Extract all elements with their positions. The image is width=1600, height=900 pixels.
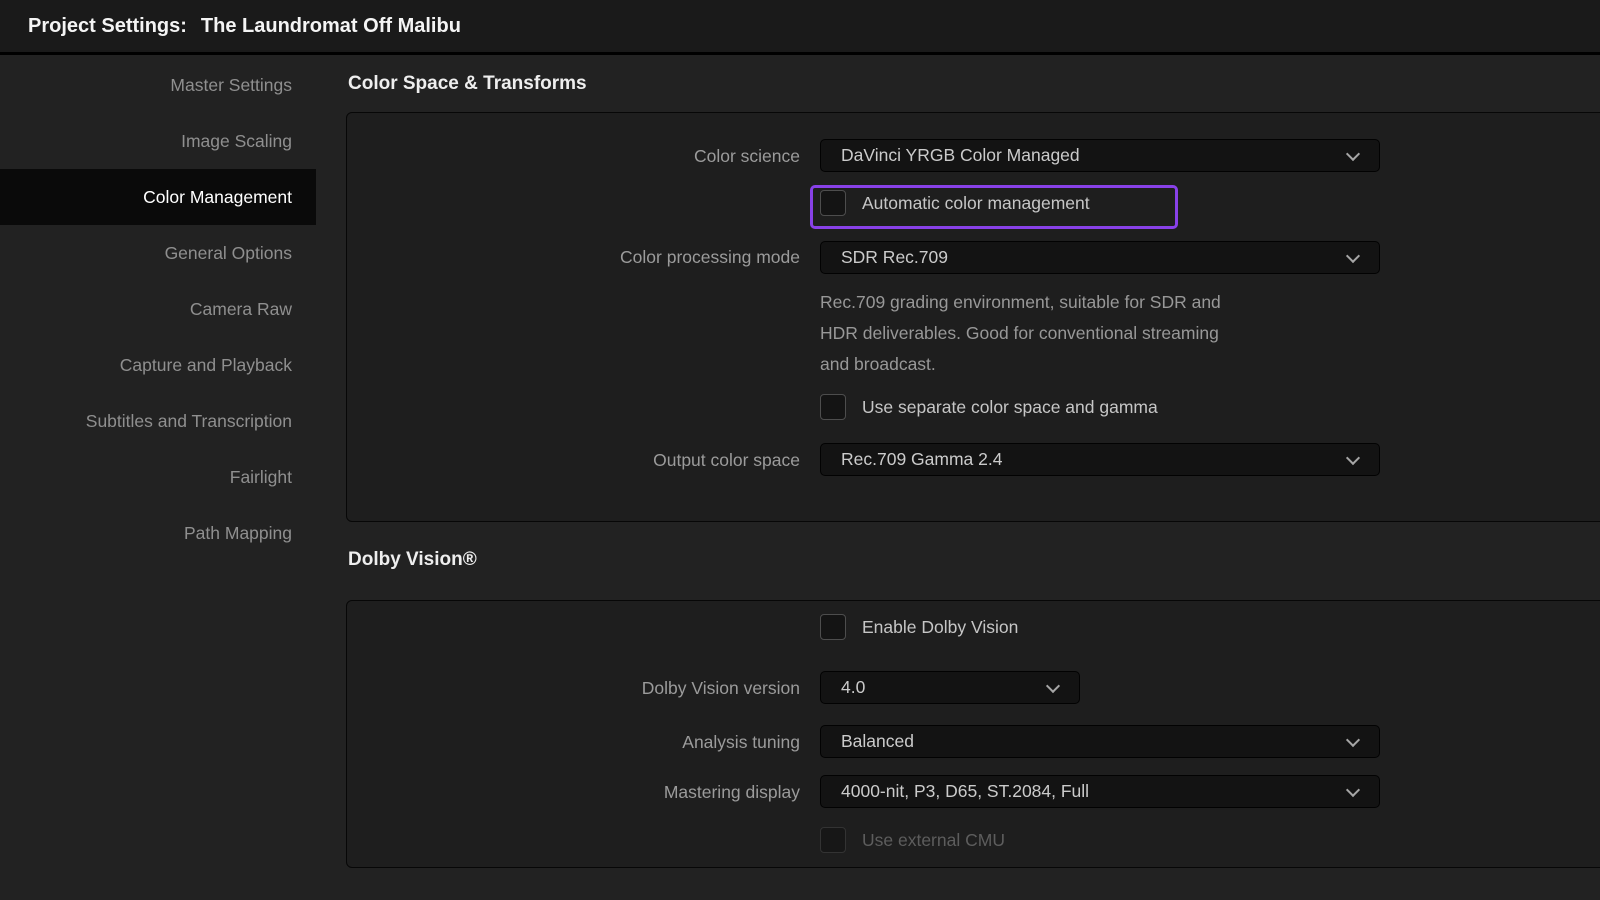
chevron-down-icon [1348,785,1359,796]
chevron-down-icon [1348,149,1359,160]
dolby-vision-section-heading: Dolby Vision® [348,549,477,571]
sidebar-item-fairlight[interactable]: Fairlight [0,449,316,505]
analysis-tuning-dropdown[interactable]: Balanced [820,725,1380,758]
project-settings-window: Project Settings: The Laundromat Off Mal… [0,0,1600,900]
enable-dolby-vision-checkbox[interactable] [820,614,846,640]
analysis-tuning-label: Analysis tuning [340,731,800,753]
use-separate-color-space-label: Use separate color space and gamma [862,396,1158,418]
enable-dolby-vision-label: Enable Dolby Vision [862,616,1018,638]
use-external-cmu-checkbox [820,827,846,853]
sidebar-item-general-options[interactable]: General Options [0,225,316,281]
chevron-down-icon [1348,453,1359,464]
dolby-vision-version-dropdown[interactable]: 4.0 [820,671,1080,704]
mastering-display-label: Mastering display [340,781,800,803]
project-name: The Laundromat Off Malibu [201,15,461,38]
sidebar-item-subtitles-transcription[interactable]: Subtitles and Transcription [0,393,316,449]
mastering-display-dropdown[interactable]: 4000-nit, P3, D65, ST.2084, Full [820,775,1380,808]
chevron-down-icon [1348,251,1359,262]
settings-sidebar: Master Settings Image Scaling Color Mana… [0,55,316,900]
window-title: Project Settings: [28,15,187,38]
sidebar-item-capture-playback[interactable]: Capture and Playback [0,337,316,393]
automatic-color-management-checkbox[interactable] [820,190,846,216]
sidebar-item-master-settings[interactable]: Master Settings [0,57,316,113]
color-space-section-heading: Color Space & Transforms [348,73,587,95]
use-external-cmu-label: Use external CMU [862,829,1005,851]
dolby-vision-version-label: Dolby Vision version [340,677,800,699]
color-processing-mode-dropdown[interactable]: SDR Rec.709 [820,241,1380,274]
use-separate-color-space-checkbox[interactable] [820,394,846,420]
color-science-dropdown[interactable]: DaVinci YRGB Color Managed [820,139,1380,172]
sidebar-item-path-mapping[interactable]: Path Mapping [0,505,316,561]
processing-mode-description: Rec.709 grading environment, suitable fo… [820,287,1400,380]
color-science-label: Color science [340,145,800,167]
sidebar-item-camera-raw[interactable]: Camera Raw [0,281,316,337]
automatic-color-management-label: Automatic color management [862,192,1090,214]
sidebar-item-color-management[interactable]: Color Management [0,169,316,225]
chevron-down-icon [1348,735,1359,746]
output-color-space-label: Output color space [340,449,800,471]
sidebar-item-image-scaling[interactable]: Image Scaling [0,113,316,169]
output-color-space-dropdown[interactable]: Rec.709 Gamma 2.4 [820,443,1380,476]
chevron-down-icon [1048,681,1059,692]
titlebar: Project Settings: The Laundromat Off Mal… [0,0,1600,52]
color-processing-mode-label: Color processing mode [340,246,800,268]
